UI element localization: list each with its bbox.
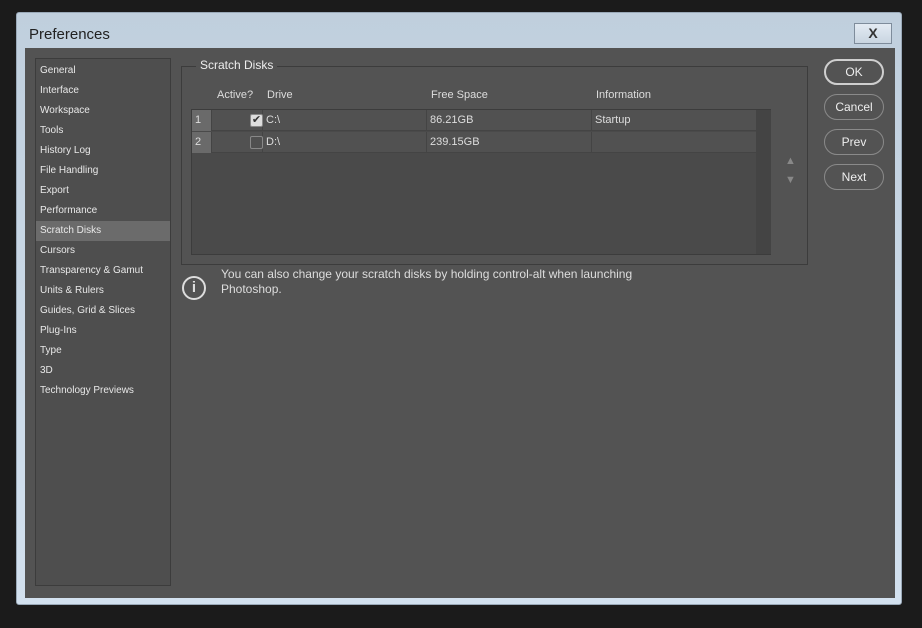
sidebar-item[interactable]: Interface (36, 81, 170, 101)
sidebar-item[interactable]: History Log (36, 141, 170, 161)
sidebar-item[interactable]: Plug-Ins (36, 321, 170, 341)
row-number: 1 (192, 110, 212, 131)
sidebar-item[interactable]: Export (36, 181, 170, 201)
preferences-dialog: Preferences X General Interface Workspace T… (16, 12, 902, 605)
dialog-title: Preferences (29, 26, 110, 43)
sidebar-item[interactable]: Workspace (36, 101, 170, 121)
drive-cell: D:\ (263, 132, 427, 153)
sidebar: General Interface Workspace Tools History Lo… (35, 58, 171, 586)
cancel-button[interactable]: Cancel (824, 94, 884, 120)
active-cell (212, 132, 263, 153)
info-note: You can also change your scratch disks b… (221, 267, 633, 296)
sidebar-item[interactable]: Scratch Disks (36, 221, 170, 241)
sidebar-item[interactable]: Technology Previews (36, 381, 170, 401)
sidebar-item[interactable]: Type (36, 341, 170, 361)
sidebar-item[interactable]: Performance (36, 201, 170, 221)
dialog-body: General Interface Workspace Tools History Lo… (25, 48, 895, 598)
free-space-cell: 239.15GB (427, 132, 592, 153)
sidebar-item[interactable]: Tools (36, 121, 170, 141)
prev-button[interactable]: Prev (824, 129, 884, 155)
information-cell: Startup (595, 114, 631, 126)
sidebar-item[interactable]: Guides, Grid & Slices (36, 301, 170, 321)
table-row[interactable]: 1 ✔ C:\ 86.21GB Startup (192, 110, 756, 131)
sidebar-item[interactable]: Transparency & Gamut (36, 261, 170, 281)
row-number: 2 (192, 132, 212, 153)
scratch-disks-group: Scratch Disks Active? Drive Free Space I… (181, 58, 808, 265)
header-information: Information (596, 89, 652, 101)
sidebar-item[interactable]: Units & Rulers (36, 281, 170, 301)
sidebar-item[interactable]: 3D (36, 361, 170, 381)
scratch-disk-table: 1 ✔ C:\ 86.21GB Startup 2 D:\ 239.15GB (191, 109, 771, 255)
group-title: Scratch Disks (196, 58, 278, 72)
active-checkbox[interactable]: ✔ (250, 114, 263, 127)
free-space-cell: 86.21GB (427, 110, 592, 131)
scrollbar[interactable] (756, 110, 771, 254)
sidebar-item[interactable]: Cursors (36, 241, 170, 261)
header-drive: Drive (267, 89, 293, 101)
drive-cell: C:\ (263, 110, 427, 131)
move-down-icon[interactable]: ▼ (785, 174, 796, 186)
ok-button[interactable]: OK (824, 59, 884, 85)
sidebar-item[interactable]: General (36, 61, 170, 81)
move-up-icon[interactable]: ▲ (785, 155, 796, 167)
active-cell: ✔ (212, 110, 263, 131)
header-active: Active? (217, 89, 254, 101)
close-button[interactable]: X (854, 23, 892, 44)
next-button[interactable]: Next (824, 164, 884, 190)
active-checkbox[interactable] (250, 136, 263, 149)
header-free-space: Free Space (431, 89, 488, 101)
information-cell (592, 132, 756, 153)
sidebar-item[interactable]: File Handling (36, 161, 170, 181)
info-icon: i (182, 276, 206, 300)
table-row[interactable]: 2 D:\ 239.15GB (192, 132, 756, 153)
